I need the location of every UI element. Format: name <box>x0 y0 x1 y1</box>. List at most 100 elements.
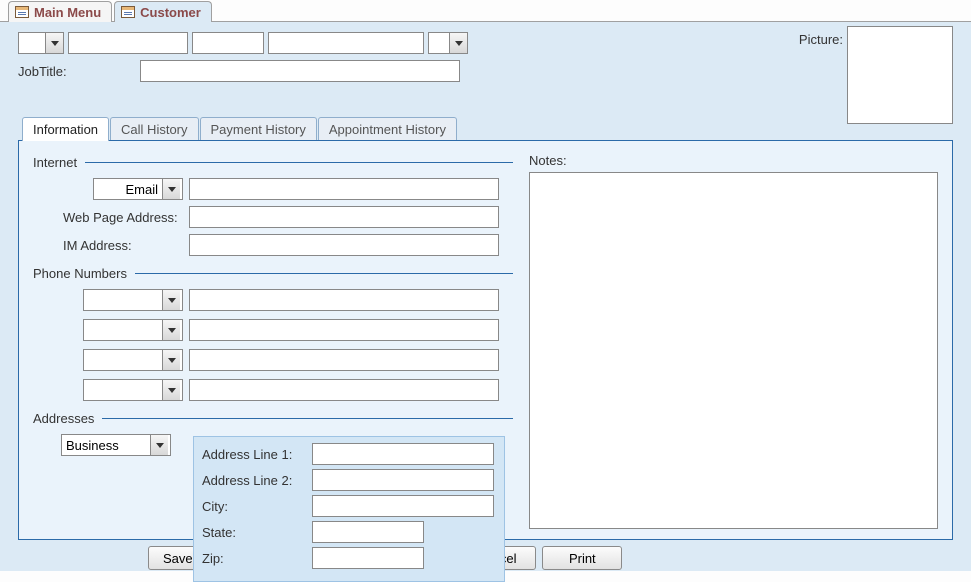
chevron-down-icon <box>168 298 176 303</box>
phone-type-combo-1[interactable] <box>83 289 183 311</box>
email-type-combo[interactable] <box>93 178 183 200</box>
phone-row-3 <box>33 349 513 371</box>
phone-group-header: Phone Numbers <box>33 266 513 281</box>
address-zip-row: Zip: <box>202 547 496 569</box>
last-name-input[interactable] <box>268 32 424 54</box>
tab-main-menu-label: Main Menu <box>34 5 101 20</box>
first-name-input[interactable] <box>68 32 188 54</box>
tab-customer[interactable]: Customer <box>114 1 212 22</box>
address-state-label: State: <box>202 525 306 540</box>
picture-box[interactable] <box>847 26 953 124</box>
phone-rows <box>33 289 513 401</box>
divider-line <box>135 273 513 274</box>
chevron-down-icon <box>168 328 176 333</box>
im-row: IM Address: <box>33 234 513 256</box>
suffix-combo[interactable] <box>428 32 468 54</box>
tab-appointment-history-label: Appointment History <box>329 122 446 137</box>
customer-form: JobTitle: Picture: Information Call Hist… <box>0 22 971 571</box>
internet-group-header: Internet <box>33 155 513 170</box>
tab-customer-label: Customer <box>140 5 201 20</box>
divider-line <box>85 162 513 163</box>
jobtitle-label: JobTitle: <box>18 64 134 79</box>
address-zip-label: Zip: <box>202 551 306 566</box>
phone-type-input-4[interactable] <box>84 380 162 400</box>
chevron-down-icon <box>51 41 59 46</box>
suffix-input[interactable] <box>429 33 449 53</box>
chevron-down-icon <box>168 388 176 393</box>
webpage-input[interactable] <box>189 206 499 228</box>
phone-type-combo-2[interactable] <box>83 319 183 341</box>
divider-line <box>102 418 513 419</box>
print-label: Print <box>569 551 596 566</box>
chevron-down-icon <box>156 443 164 448</box>
addresses-group-label: Addresses <box>33 411 94 426</box>
chevron-down-icon <box>168 187 176 192</box>
address-type-combo[interactable] <box>61 434 171 456</box>
webpage-label: Web Page Address: <box>33 210 183 225</box>
phone-type-dropdown-button-4[interactable] <box>162 380 180 400</box>
detail-tab-strip: Information Call History Payment History… <box>18 116 953 140</box>
tab-information[interactable]: Information <box>22 117 109 141</box>
phone-number-input-2[interactable] <box>189 319 499 341</box>
notes-textarea[interactable] <box>529 172 938 529</box>
chevron-down-icon <box>168 358 176 363</box>
phone-type-combo-4[interactable] <box>83 379 183 401</box>
phone-type-dropdown-button-3[interactable] <box>162 350 180 370</box>
phone-group-label: Phone Numbers <box>33 266 127 281</box>
tab-call-history-label: Call History <box>121 122 187 137</box>
right-column: Notes: <box>529 153 938 529</box>
jobtitle-input[interactable] <box>140 60 460 82</box>
phone-type-input-1[interactable] <box>84 290 162 310</box>
suffix-dropdown-button[interactable] <box>449 33 467 53</box>
phone-type-combo-3[interactable] <box>83 349 183 371</box>
form-icon <box>15 6 29 18</box>
address-line1-label: Address Line 1: <box>202 447 306 462</box>
address-type-input[interactable] <box>62 435 150 455</box>
phone-type-input-2[interactable] <box>84 320 162 340</box>
middle-name-input[interactable] <box>192 32 264 54</box>
tab-payment-history[interactable]: Payment History <box>200 117 317 141</box>
title-combo[interactable] <box>18 32 64 54</box>
address-state-row: State: <box>202 521 496 543</box>
address-type-dropdown-button[interactable] <box>150 435 168 455</box>
address-line2-row: Address Line 2: <box>202 469 496 491</box>
phone-number-input-1[interactable] <box>189 289 499 311</box>
information-tab-body: Internet Web Page Address: IM Address: <box>18 140 953 540</box>
phone-type-dropdown-button-2[interactable] <box>162 320 180 340</box>
im-label: IM Address: <box>33 238 183 253</box>
im-input[interactable] <box>189 234 499 256</box>
address-panel: Address Line 1: Address Line 2: City: St… <box>193 436 505 582</box>
address-city-row: City: <box>202 495 496 517</box>
title-input[interactable] <box>19 33 45 53</box>
address-city-input[interactable] <box>312 495 494 517</box>
print-button[interactable]: Print <box>542 546 622 570</box>
phone-number-input-3[interactable] <box>189 349 499 371</box>
email-input[interactable] <box>189 178 499 200</box>
tab-call-history[interactable]: Call History <box>110 117 198 141</box>
phone-type-input-3[interactable] <box>84 350 162 370</box>
phone-row-2 <box>33 319 513 341</box>
email-row <box>33 178 513 200</box>
left-column: Internet Web Page Address: IM Address: <box>33 153 513 529</box>
address-line1-row: Address Line 1: <box>202 443 496 465</box>
phone-row-1 <box>33 289 513 311</box>
jobtitle-row: JobTitle: <box>18 60 953 82</box>
document-tab-bar: Main Menu Customer <box>0 0 971 22</box>
title-dropdown-button[interactable] <box>45 33 63 53</box>
webpage-row: Web Page Address: <box>33 206 513 228</box>
address-line2-input[interactable] <box>312 469 494 491</box>
chevron-down-icon <box>455 41 463 46</box>
internet-group-label: Internet <box>33 155 77 170</box>
phone-number-input-4[interactable] <box>189 379 499 401</box>
email-type-dropdown-button[interactable] <box>162 179 180 199</box>
email-type-input[interactable] <box>94 179 162 199</box>
phone-type-dropdown-button-1[interactable] <box>162 290 180 310</box>
tab-main-menu[interactable]: Main Menu <box>8 1 112 22</box>
address-line1-input[interactable] <box>312 443 494 465</box>
addresses-group-header: Addresses <box>33 411 513 426</box>
address-state-input[interactable] <box>312 521 424 543</box>
address-zip-input[interactable] <box>312 547 424 569</box>
tab-appointment-history[interactable]: Appointment History <box>318 117 457 141</box>
address-line2-label: Address Line 2: <box>202 473 306 488</box>
notes-label: Notes: <box>529 153 938 168</box>
